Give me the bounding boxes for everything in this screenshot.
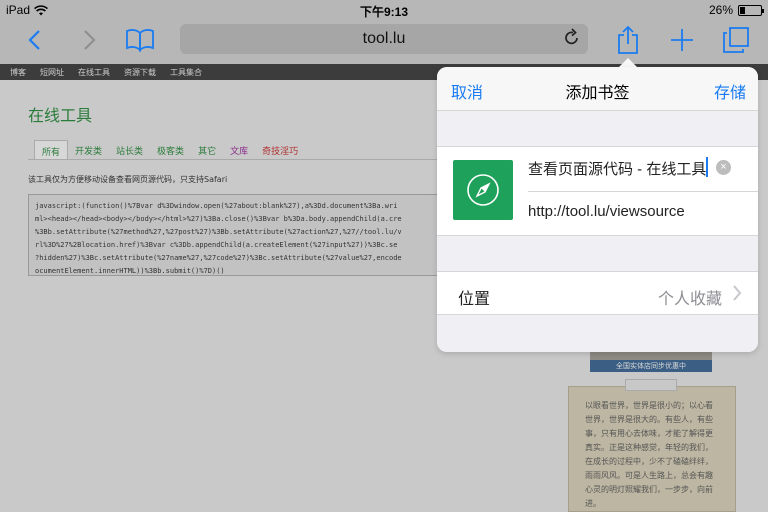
back-icon xyxy=(28,30,40,50)
compass-icon xyxy=(467,174,499,206)
status-bar: iPad 下午9:13 26% xyxy=(0,0,768,20)
share-icon xyxy=(618,25,638,54)
bookmark-url: http://tool.lu/viewsource xyxy=(528,203,685,220)
clear-icon: × xyxy=(720,161,727,173)
safari-icon xyxy=(453,160,513,220)
location-value: 个人收藏 xyxy=(657,291,722,308)
tool-description: 该工具仅为方便移动设备查看网页源代码，只支持Safari xyxy=(28,175,228,184)
browser-toolbar: tool.lu xyxy=(0,20,768,64)
text-cursor xyxy=(706,157,708,177)
code-line: rl%3D%27%2Blocation.href)%3Bvar c%3Db.ap… xyxy=(35,241,398,249)
site-nav-item-blog[interactable]: 博客 xyxy=(10,67,26,78)
page-title: 在线工具 xyxy=(28,106,93,125)
ad-caption: 全国实体店同步优惠中 xyxy=(590,360,712,372)
code-line: ml><head></head><body></body></html>%27)… xyxy=(35,215,402,223)
reload-button[interactable] xyxy=(564,28,580,51)
clear-text-button[interactable]: × xyxy=(716,160,731,175)
site-nav-item-online-tools[interactable]: 在线工具 xyxy=(78,67,110,78)
section-spacer xyxy=(437,236,758,271)
quote-text: 以眼看世界，世界是很小的；以心看世界，世界是很大的。有些人，有些事，只有用心去体… xyxy=(585,401,713,508)
tab-geek[interactable]: 极客类 xyxy=(150,140,191,159)
safari-screen: iPad 下午9:13 26% tool.lu 博客 短网址 在线工具 资源下载… xyxy=(0,0,768,512)
tab-library[interactable]: 文库 xyxy=(223,140,255,159)
address-text: tool.lu xyxy=(362,30,406,47)
code-line: ocumentElement.innerHTML))%3Bb.submit()%… xyxy=(35,267,225,275)
site-nav-item-tool-collection[interactable]: 工具集合 xyxy=(170,67,202,78)
new-tab-icon xyxy=(671,29,693,51)
quote-card: 以眼看世界，世界是很小的；以心看世界，世界是很大的。有些人，有些事，只有用心去体… xyxy=(568,379,736,512)
bookmark-details: 查看页面源代码 - 在线工具 × http://tool.lu/viewsour… xyxy=(437,146,758,236)
code-line: %3Bb.setAttribute(%27method%27,%27post%2… xyxy=(35,228,402,236)
tab-tricks[interactable]: 奇技淫巧 xyxy=(255,140,305,159)
category-tabs: 所有 开发类 站长类 极客类 其它 文库 奇技淫巧 xyxy=(28,140,448,160)
address-bar[interactable]: tool.lu xyxy=(180,24,588,54)
site-nav-item-short-url[interactable]: 短网址 xyxy=(40,67,64,78)
battery-percent: 26% xyxy=(708,3,733,17)
battery-icon xyxy=(738,4,764,16)
forward-button[interactable] xyxy=(76,24,102,56)
reload-icon xyxy=(565,28,578,45)
quote-card-tab xyxy=(625,379,677,391)
location-label: 位置 xyxy=(458,291,491,308)
tab-other[interactable]: 其它 xyxy=(191,140,223,159)
section-spacer xyxy=(437,111,758,146)
bookmarks-icon xyxy=(126,29,154,52)
back-button[interactable] xyxy=(22,24,48,56)
tab-all[interactable]: 所有 xyxy=(34,140,69,159)
tab-dev[interactable]: 开发类 xyxy=(68,140,109,159)
code-line: javascript:(function()%7Bvar d%3Dwindow.… xyxy=(35,202,398,210)
side-ad-banner[interactable]: 全国实体店同步优惠中 xyxy=(590,350,712,372)
site-nav-item-downloads[interactable]: 资源下载 xyxy=(124,67,156,78)
bookmarklet-code[interactable]: javascript:(function()%7Bvar d%3Dwindow.… xyxy=(28,194,448,276)
forward-icon xyxy=(84,30,96,50)
section-spacer xyxy=(437,315,758,352)
bookmarks-button[interactable] xyxy=(124,24,156,56)
status-time: 下午9:13 xyxy=(359,5,409,19)
field-divider xyxy=(528,191,758,192)
safari-chrome: iPad 下午9:13 26% tool.lu xyxy=(0,0,768,64)
tab-webmaster[interactable]: 站长类 xyxy=(109,140,150,159)
code-line: ?hidden%27)%3Bc.setAttribute(%27name%27,… xyxy=(35,254,402,262)
chevron-right-icon xyxy=(733,285,742,301)
tabs-button[interactable] xyxy=(720,24,752,56)
tabs-icon xyxy=(723,27,749,53)
new-tab-button[interactable] xyxy=(668,24,696,56)
save-button[interactable]: 存储 xyxy=(714,79,746,103)
add-bookmark-popover: 取消 添加书签 存储 查看页面源代码 - 在线工具 × http://tool.… xyxy=(437,67,758,352)
location-row[interactable]: 位置 个人收藏 xyxy=(437,271,758,315)
share-button[interactable] xyxy=(614,24,642,56)
popover-title: 添加书签 xyxy=(565,85,630,102)
bookmark-title-input[interactable]: 查看页面源代码 - 在线工具 xyxy=(528,158,724,180)
popover-header: 取消 添加书签 存储 xyxy=(437,67,758,111)
